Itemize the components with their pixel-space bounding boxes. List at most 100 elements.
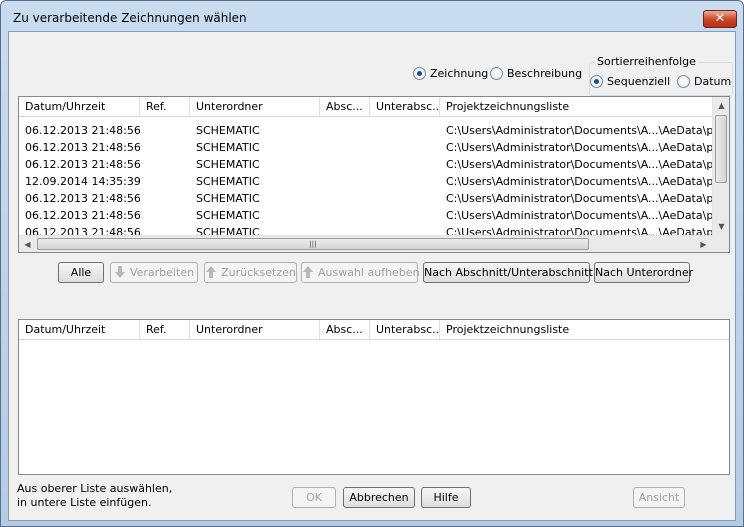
instruction-text: Aus oberer Liste auswählen, in untere Li…	[17, 482, 172, 510]
lower-drawing-list[interactable]: Datum/Uhrzeit Ref. Unterordner Absc... U…	[18, 319, 730, 475]
process-button[interactable]: Verarbeiten	[110, 262, 198, 283]
upper-drawing-list[interactable]: Datum/Uhrzeit Ref. Unterordner Absc... U…	[18, 96, 730, 253]
instruction-line-2: in untere Liste einfügen.	[17, 496, 152, 509]
radio-datum-label: Datum	[694, 75, 732, 88]
arrow-up-icon	[206, 266, 217, 278]
radio-sequenziell[interactable]: Sequenziell	[590, 75, 670, 88]
reset-button-label: Zurücksetzen	[221, 266, 296, 279]
table-cell-sec	[320, 207, 370, 224]
table-cell-date: 12.09.2014 14:35:39	[25, 175, 140, 188]
table-row[interactable]: 06.12.2013 21:48:56 SCHEMATIC C:\Users\Adm…	[19, 190, 715, 207]
table-cell-path: C:\Users\Administrator\Documents\A...\Ae…	[446, 192, 715, 205]
column-header-project-list[interactable]: Projektzeichnungsliste	[440, 97, 715, 117]
column-header-date[interactable]: Datum/Uhrzeit	[19, 320, 140, 340]
table-row[interactable]: 06.12.2013 21:48:56 SCHEMATIC C:\Users\Adm…	[19, 122, 715, 139]
column-header-section[interactable]: Absc...	[320, 320, 370, 340]
table-cell-folder: SCHEMATIC	[196, 141, 260, 154]
arrow-down-icon	[114, 266, 125, 278]
scroll-up-icon[interactable]: ▲	[713, 97, 730, 114]
table-cell-sec	[320, 139, 370, 156]
radio-selected-icon	[590, 75, 603, 88]
table-cell-folder: SCHEMATIC	[196, 175, 260, 188]
table-cell-ref	[140, 156, 190, 173]
radio-zeichnung[interactable]: Zeichnung	[413, 67, 488, 80]
table-cell-folder: SCHEMATIC	[196, 158, 260, 171]
table-cell-date: 06.12.2013 21:48:56	[25, 124, 140, 137]
table-cell-ref	[140, 122, 190, 139]
cancel-button[interactable]: Abbrechen	[343, 487, 415, 508]
upper-horizontal-scrollbar[interactable]: ◀ ||| ▶	[19, 235, 712, 252]
radio-beschreibung[interactable]: Beschreibung	[490, 67, 582, 80]
lower-list-header: Datum/Uhrzeit Ref. Unterordner Absc... U…	[19, 320, 729, 340]
ok-button[interactable]: OK	[292, 487, 336, 508]
table-cell-sec	[320, 156, 370, 173]
column-header-project-list[interactable]: Projektzeichnungsliste	[440, 320, 729, 340]
table-cell-date: 06.12.2013 21:48:56	[25, 141, 140, 154]
column-header-subsection[interactable]: Unterabsc...	[370, 97, 440, 117]
column-header-date[interactable]: Datum/Uhrzeit	[19, 97, 140, 117]
table-row[interactable]: 06.12.2013 21:48:56 SCHEMATIC C:\Users\Adm…	[19, 139, 715, 156]
table-cell-subsec	[370, 190, 440, 207]
table-cell-date: 06.12.2013 21:48:56	[25, 192, 140, 205]
table-cell-subsec	[370, 173, 440, 190]
table-cell-date: 06.12.2013 21:48:56	[25, 209, 140, 222]
deselect-button[interactable]: Auswahl aufheben	[301, 262, 420, 283]
help-button[interactable]: Hilfe	[421, 487, 471, 508]
instruction-line-1: Aus oberer Liste auswählen,	[17, 482, 173, 495]
scroll-left-icon[interactable]: ◀	[19, 236, 36, 253]
table-cell-folder: SCHEMATIC	[196, 192, 260, 205]
column-header-subsection[interactable]: Unterabsc...	[370, 320, 440, 340]
title-bar[interactable]: Zu verarbeitende Zeichnungen wählen ✕	[1, 1, 743, 31]
scroll-right-icon[interactable]: ▶	[695, 236, 712, 253]
column-header-ref[interactable]: Ref.	[140, 97, 190, 117]
table-cell-date: 06.12.2013 21:48:56	[25, 158, 140, 171]
scroll-thumb-horizontal[interactable]: |||	[37, 238, 589, 250]
table-cell-sec	[320, 173, 370, 190]
scroll-down-icon[interactable]: ▼	[713, 218, 730, 235]
radio-sequenziell-label: Sequenziell	[607, 75, 671, 88]
upper-vertical-scrollbar[interactable]: ▲ ▼	[712, 97, 729, 235]
table-cell-path: C:\Users\Administrator\Documents\A...\Ae…	[446, 158, 715, 171]
dialog-client-area: Zeichnung Beschreibung Sortierreihenfolg…	[8, 31, 736, 521]
table-cell-ref	[140, 190, 190, 207]
process-button-label: Verarbeiten	[129, 266, 195, 279]
close-button[interactable]: ✕	[703, 10, 737, 28]
sort-by-section-button[interactable]: Nach Abschnitt/Unterabschnitt	[423, 262, 593, 283]
window-title: Zu verarbeitende Zeichnungen wählen	[13, 11, 247, 25]
table-cell-ref	[140, 173, 190, 190]
table-cell-subsec	[370, 139, 440, 156]
table-cell-subsec	[370, 122, 440, 139]
table-row[interactable]: 06.12.2013 21:48:56 SCHEMATIC C:\Users\Adm…	[19, 207, 715, 224]
scroll-thumb-vertical[interactable]	[715, 115, 727, 183]
radio-beschreibung-label: Beschreibung	[507, 67, 583, 80]
table-cell-ref	[140, 207, 190, 224]
scrollbar-corner	[712, 235, 729, 252]
table-cell-folder: SCHEMATIC	[196, 124, 260, 137]
table-cell-subsec	[370, 207, 440, 224]
sort-by-folder-button[interactable]: Nach Unterordner	[594, 262, 693, 283]
table-cell-sec	[320, 122, 370, 139]
table-cell-folder: SCHEMATIC	[196, 209, 260, 222]
radio-unselected-icon	[490, 67, 503, 80]
sort-group-label: Sortierreihenfolge	[595, 55, 698, 68]
reset-button[interactable]: Zurücksetzen	[204, 262, 297, 283]
table-cell-path: C:\Users\Administrator\Documents\A...\Ae…	[446, 175, 715, 188]
radio-datum[interactable]: Datum	[677, 75, 731, 88]
radio-zeichnung-label: Zeichnung	[430, 67, 489, 80]
arrow-up-icon	[303, 266, 313, 278]
column-header-ref[interactable]: Ref.	[140, 320, 190, 340]
table-cell-path: C:\Users\Administrator\Documents\A...\Ae…	[446, 124, 715, 137]
column-header-folder[interactable]: Unterordner	[190, 97, 320, 117]
table-row[interactable]: 12.09.2014 14:35:39 SCHEMATIC C:\Users\Adm…	[19, 173, 715, 190]
column-header-folder[interactable]: Unterordner	[190, 320, 320, 340]
upper-list-header: Datum/Uhrzeit Ref. Unterordner Absc... U…	[19, 97, 729, 117]
dialog-window: Zu verarbeitende Zeichnungen wählen ✕ Ze…	[0, 0, 744, 527]
view-button[interactable]: Ansicht	[633, 487, 685, 508]
table-cell-ref	[140, 139, 190, 156]
table-cell-path: C:\Users\Administrator\Documents\A...\Ae…	[446, 141, 715, 154]
table-row[interactable]: 06.12.2013 21:48:56 SCHEMATIC C:\Users\Adm…	[19, 156, 715, 173]
column-header-section[interactable]: Absc...	[320, 97, 370, 117]
radio-unselected-icon	[677, 75, 690, 88]
all-button[interactable]: Alle	[58, 262, 104, 283]
deselect-button-label: Auswahl aufheben	[318, 266, 420, 279]
